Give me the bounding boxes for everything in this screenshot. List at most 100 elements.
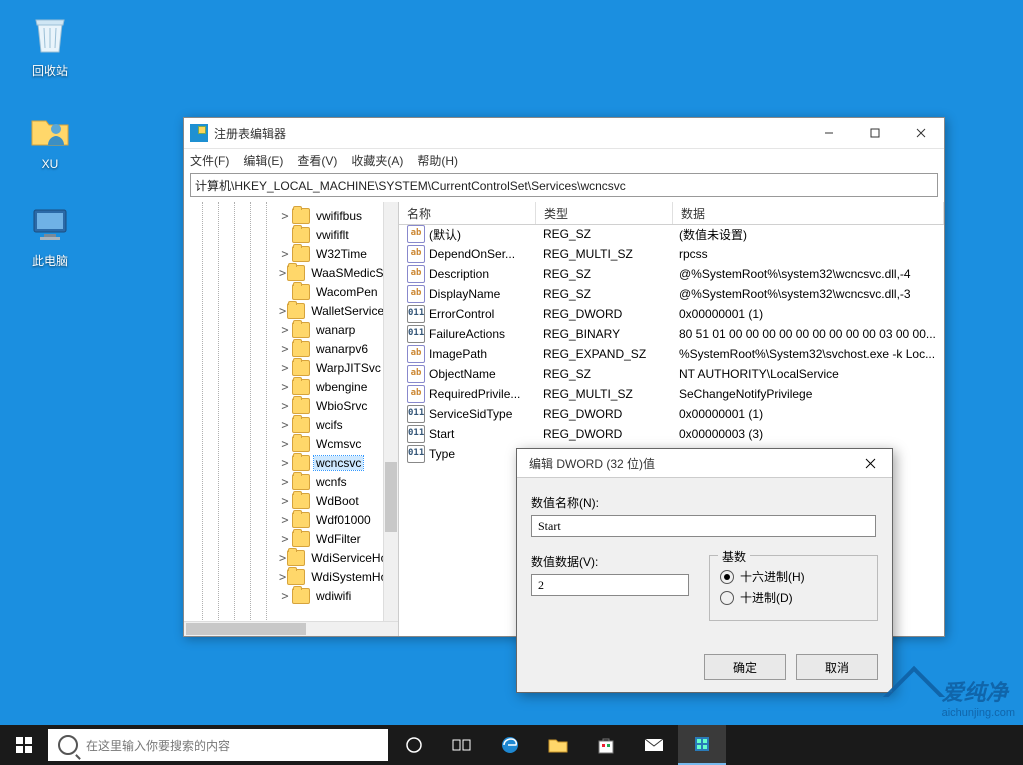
tree-node[interactable]: >WarpJITSvc xyxy=(184,358,384,377)
radio-dec[interactable]: 十进制(D) xyxy=(720,589,867,606)
value-row[interactable]: ab(默认)REG_SZ(数值未设置) xyxy=(399,224,944,244)
base-group: 基数 十六进制(H) 十进制(D) xyxy=(709,555,878,621)
tree-node[interactable]: >WalletService xyxy=(184,301,384,320)
this-pc-icon xyxy=(26,200,74,248)
expand-icon[interactable]: > xyxy=(279,551,286,565)
col-name[interactable]: 名称 xyxy=(399,202,536,224)
value-row[interactable]: abDescriptionREG_SZ@%SystemRoot%\system3… xyxy=(399,264,944,284)
expand-icon[interactable]: > xyxy=(279,209,291,223)
menu-help[interactable]: 帮助(H) xyxy=(417,152,458,169)
tree-node[interactable]: >wcncsvc xyxy=(184,453,384,472)
dialog-titlebar[interactable]: 编辑 DWORD (32 位)值 xyxy=(517,449,892,478)
taskbar-file-explorer[interactable] xyxy=(534,725,582,765)
tree-node[interactable]: >WdBoot xyxy=(184,491,384,510)
expand-icon[interactable]: > xyxy=(279,437,291,451)
taskbar-regedit[interactable] xyxy=(678,725,726,765)
tree-node[interactable]: vwififlt xyxy=(184,225,384,244)
tree-node[interactable]: >Wdf01000 xyxy=(184,510,384,529)
taskbar-store[interactable] xyxy=(582,725,630,765)
value-type-icon: 011 xyxy=(407,405,425,423)
folder-icon xyxy=(292,493,310,509)
task-view-button[interactable] xyxy=(438,725,486,765)
tree-node[interactable]: WacomPen xyxy=(184,282,384,301)
user-folder-icon xyxy=(26,105,74,153)
desktop-icon-this-pc[interactable]: 此电脑 xyxy=(15,200,85,269)
desktop-icon-recycle-bin[interactable]: 回收站 xyxy=(15,10,85,79)
expand-icon[interactable]: > xyxy=(279,342,291,356)
tree-node[interactable]: >WaaSMedicSvc xyxy=(184,263,384,282)
expand-icon[interactable]: > xyxy=(279,323,291,337)
tree-scrollbar-v[interactable] xyxy=(383,202,398,622)
close-button[interactable] xyxy=(898,118,944,148)
expand-icon[interactable]: > xyxy=(279,456,291,470)
address-bar[interactable]: 计算机\HKEY_LOCAL_MACHINE\SYSTEM\CurrentCon… xyxy=(190,173,938,197)
tree-node[interactable]: >wdiwifi xyxy=(184,586,384,605)
col-data[interactable]: 数据 xyxy=(673,202,944,224)
expand-icon[interactable]: > xyxy=(279,570,286,584)
ok-button[interactable]: 确定 xyxy=(704,654,786,680)
expand-icon[interactable]: > xyxy=(279,380,291,394)
value-row[interactable]: 011ServiceSidTypeREG_DWORD0x00000001 (1) xyxy=(399,404,944,424)
value-data-field[interactable]: 2 xyxy=(531,574,689,596)
col-type[interactable]: 类型 xyxy=(536,202,673,224)
list-header: 名称 类型 数据 xyxy=(399,202,944,225)
tree-node[interactable]: > WdiSystemHost xyxy=(184,567,384,586)
regedit-icon xyxy=(190,124,208,142)
tree-node-label: WdiSystemHost xyxy=(309,570,384,584)
expand-icon[interactable]: > xyxy=(279,494,291,508)
value-row[interactable]: 011FailureActionsREG_BINARY80 51 01 00 0… xyxy=(399,324,944,344)
tree-node[interactable]: >WdiServiceHost xyxy=(184,548,384,567)
tree-node[interactable]: >WbioSrvc xyxy=(184,396,384,415)
expand-icon[interactable]: > xyxy=(279,418,291,432)
dialog-close-button[interactable] xyxy=(848,449,892,477)
tree-scrollbar-h[interactable] xyxy=(184,621,398,636)
expand-icon[interactable]: > xyxy=(279,304,286,318)
menu-favorites[interactable]: 收藏夹(A) xyxy=(351,152,403,169)
taskbar-mail[interactable] xyxy=(630,725,678,765)
expand-icon[interactable]: > xyxy=(279,532,291,546)
expand-icon[interactable]: > xyxy=(279,399,291,413)
value-type-icon: ab xyxy=(407,265,425,283)
value-row[interactable]: abDisplayNameREG_SZ@%SystemRoot%\system3… xyxy=(399,284,944,304)
minimize-button[interactable] xyxy=(806,118,852,148)
value-row[interactable]: abDependOnSer...REG_MULTI_SZrpcss xyxy=(399,244,944,264)
expand-icon[interactable]: > xyxy=(279,361,291,375)
start-button[interactable] xyxy=(0,725,48,765)
value-name: ServiceSidType xyxy=(429,407,512,421)
tree-node[interactable]: >wbengine xyxy=(184,377,384,396)
expand-icon[interactable]: > xyxy=(279,475,291,489)
cortana-button[interactable] xyxy=(390,725,438,765)
desktop-icon-label: XU xyxy=(15,157,85,171)
tree-node[interactable]: >Wcmsvc xyxy=(184,434,384,453)
expand-icon[interactable]: > xyxy=(279,247,291,261)
maximize-button[interactable] xyxy=(852,118,898,148)
expand-icon[interactable] xyxy=(279,285,291,299)
value-row[interactable]: 011ErrorControlREG_DWORD0x00000001 (1) xyxy=(399,304,944,324)
regedit-titlebar[interactable]: 注册表编辑器 xyxy=(184,118,944,149)
tree-node[interactable]: >wcifs xyxy=(184,415,384,434)
expand-icon[interactable]: > xyxy=(279,513,291,527)
taskbar-edge[interactable] xyxy=(486,725,534,765)
taskbar-search[interactable]: 在这里输入你要搜索的内容 xyxy=(48,729,388,761)
menu-edit[interactable]: 编辑(E) xyxy=(243,152,283,169)
value-name-field[interactable]: Start xyxy=(531,515,876,537)
tree-node[interactable]: >W32Time xyxy=(184,244,384,263)
cancel-button[interactable]: 取消 xyxy=(796,654,878,680)
radio-hex[interactable]: 十六进制(H) xyxy=(720,568,867,585)
tree-node[interactable]: >WdFilter xyxy=(184,529,384,548)
recycle-bin-icon xyxy=(26,10,74,58)
tree-node[interactable]: >wcnfs xyxy=(184,472,384,491)
expand-icon[interactable]: > xyxy=(279,589,291,603)
expand-icon[interactable]: > xyxy=(279,266,286,280)
menu-file[interactable]: 文件(F) xyxy=(190,152,229,169)
desktop-icon-user-folder[interactable]: XU xyxy=(15,105,85,171)
expand-icon[interactable] xyxy=(279,228,291,242)
value-row[interactable]: abImagePathREG_EXPAND_SZ%SystemRoot%\Sys… xyxy=(399,344,944,364)
value-row[interactable]: abObjectNameREG_SZNT AUTHORITY\LocalServ… xyxy=(399,364,944,384)
tree-node[interactable]: >wanarp xyxy=(184,320,384,339)
menu-view[interactable]: 查看(V) xyxy=(297,152,337,169)
value-row[interactable]: 011StartREG_DWORD0x00000003 (3) xyxy=(399,424,944,444)
value-row[interactable]: abRequiredPrivile...REG_MULTI_SZSeChange… xyxy=(399,384,944,404)
tree-node[interactable]: >wanarpv6 xyxy=(184,339,384,358)
tree-node[interactable]: >vwififbus xyxy=(184,206,384,225)
